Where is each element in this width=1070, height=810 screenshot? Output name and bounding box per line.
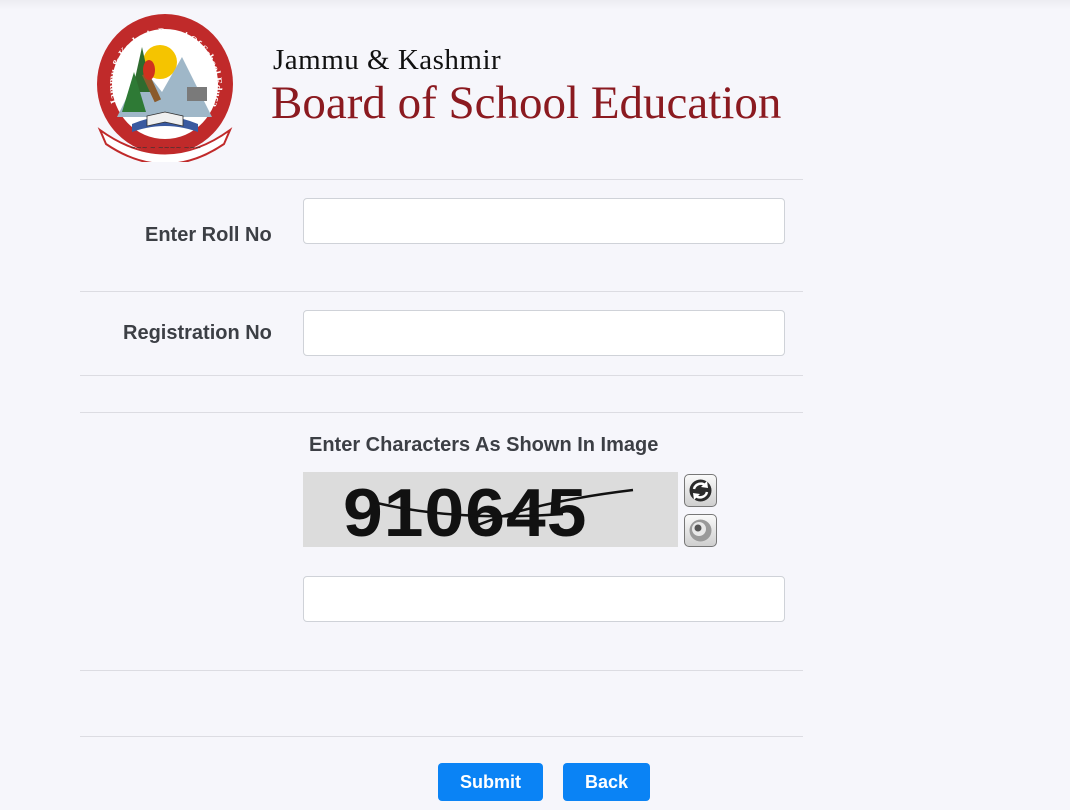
divider: [80, 291, 803, 292]
divider: [80, 412, 803, 413]
refresh-icon[interactable]: [684, 474, 717, 507]
captcha-label: Enter Characters As Shown In Image: [309, 434, 659, 456]
divider: [80, 670, 803, 671]
divider: [80, 736, 803, 737]
back-button[interactable]: Back: [563, 763, 650, 801]
svg-text:~~~ ~ ~~~~ ~~~: ~~~ ~ ~~~~ ~~~: [130, 144, 201, 152]
audio-icon[interactable]: [684, 514, 717, 547]
roll-no-input[interactable]: [303, 198, 785, 244]
org-name-line1: Jammu & Kashmir: [273, 44, 502, 76]
org-name-line2: Board of School Education: [271, 77, 782, 129]
captcha-input[interactable]: [303, 576, 785, 622]
divider: [80, 375, 803, 376]
submit-button[interactable]: Submit: [438, 763, 543, 801]
roll-no-label: Enter Roll No: [145, 224, 272, 246]
jkbose-logo: Jammu & Kashmir Board Of School Educatio…: [92, 12, 233, 162]
divider: [80, 179, 803, 180]
captcha-image: 910645: [303, 472, 678, 547]
captcha-noise: [372, 488, 634, 529]
registration-no-label: Registration No: [123, 322, 272, 344]
registration-no-input[interactable]: [303, 310, 785, 356]
top-shadow: [0, 0, 1070, 10]
